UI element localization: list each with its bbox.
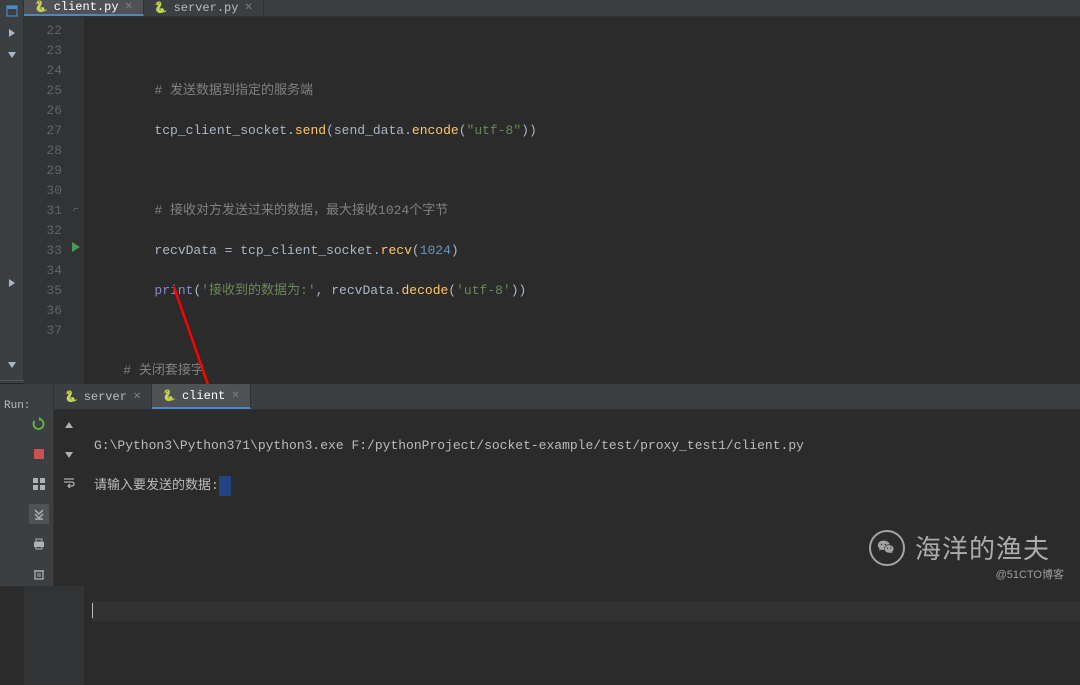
code-text: ) xyxy=(451,243,459,258)
line-number: 37 xyxy=(24,321,62,341)
text-caret xyxy=(92,603,93,618)
editor-area: 🐍 client.py ✕ 🐍 server.py ✕ 22 23 24 25 … xyxy=(0,0,1080,380)
gutter-icon-window[interactable] xyxy=(5,4,19,18)
soft-wrap-button[interactable] xyxy=(59,472,79,492)
editor-column: 🐍 client.py ✕ 🐍 server.py ✕ 22 23 24 25 … xyxy=(24,0,1080,380)
run-tab-bar: 🐍 server ✕ 🐍 client ✕ xyxy=(54,384,1080,410)
code-text: encode xyxy=(412,123,459,138)
run-line-marker[interactable] xyxy=(68,241,84,261)
code-text: ( xyxy=(448,283,456,298)
stop-button[interactable] xyxy=(29,444,49,464)
tab-label: client xyxy=(182,389,225,403)
run-tab-client[interactable]: 🐍 client ✕ xyxy=(152,384,250,409)
tab-label: client.py xyxy=(54,0,119,14)
down-trace-button[interactable] xyxy=(59,444,79,464)
code-text: (send_data. xyxy=(326,123,412,138)
expand-icon-2[interactable] xyxy=(5,48,19,62)
code-text: tcp_client_socket. xyxy=(154,123,294,138)
console-line: 请输入要发送的数据: xyxy=(94,478,219,493)
code-text: '接收到的数据为:' xyxy=(201,283,315,298)
line-number: 30 xyxy=(24,181,62,201)
editor-tab-bar: 🐍 client.py ✕ 🐍 server.py ✕ xyxy=(24,0,1080,17)
close-icon[interactable]: ✕ xyxy=(133,391,141,403)
run-sub-toolbar xyxy=(54,410,84,586)
run-tab-server[interactable]: 🐍 server ✕ xyxy=(54,384,152,409)
url-watermark: @51CTO博客 xyxy=(996,566,1064,582)
close-icon[interactable]: ✕ xyxy=(125,1,133,13)
line-number: 27 xyxy=(24,121,62,141)
code-text: print xyxy=(154,283,193,298)
line-number: 22 xyxy=(24,21,62,41)
input-cursor xyxy=(219,476,231,496)
code-text: ( xyxy=(459,123,467,138)
code-text: 1024 xyxy=(420,243,451,258)
console-output[interactable]: G:\Python3\Python371\python3.exe F:/pyth… xyxy=(84,410,1080,586)
delete-button[interactable] xyxy=(29,564,49,584)
line-number: 36 xyxy=(24,301,62,321)
scroll-to-end-button[interactable] xyxy=(29,504,49,524)
code-text: ( xyxy=(412,243,420,258)
line-number: 29 xyxy=(24,161,62,181)
code-text: send xyxy=(295,123,326,138)
rerun-button[interactable] xyxy=(29,414,49,434)
close-icon[interactable]: ✕ xyxy=(231,390,239,402)
line-number: 25 xyxy=(24,81,62,101)
line-number: 26 xyxy=(24,101,62,121)
run-main: 🐍 server ✕ 🐍 client ✕ G:\Python3\Python3… xyxy=(54,384,1080,586)
python-icon: 🐍 xyxy=(64,390,78,404)
line-number: 24 xyxy=(24,61,62,81)
run-toolbar xyxy=(24,384,54,586)
run-label-column: Run: xyxy=(0,384,24,586)
up-trace-button[interactable] xyxy=(59,416,79,436)
run-body: G:\Python3\Python371\python3.exe F:/pyth… xyxy=(54,410,1080,586)
code-text: # 关闭套接字 xyxy=(123,363,204,378)
line-number: 23 xyxy=(24,41,62,61)
line-number: 35 xyxy=(24,281,62,301)
code-text: )) xyxy=(511,283,527,298)
code-text: , recvData. xyxy=(316,283,402,298)
console-line: G:\Python3\Python371\python3.exe F:/pyth… xyxy=(94,436,1070,456)
tab-server-py[interactable]: 🐍 server.py ✕ xyxy=(144,0,264,16)
code-text: # 发送数据到指定的服务端 xyxy=(154,83,313,98)
line-number: 34 xyxy=(24,261,62,281)
python-icon: 🐍 xyxy=(154,1,168,15)
code-text: "utf-8" xyxy=(467,123,522,138)
python-icon: 🐍 xyxy=(34,0,48,14)
code-text: )) xyxy=(521,123,537,138)
expand-icon-1[interactable] xyxy=(5,26,19,40)
print-button[interactable] xyxy=(29,534,49,554)
run-panel: Run: 🐍 server ✕ 🐍 client ✕ xyxy=(0,384,1080,586)
expand-icon-4[interactable] xyxy=(5,358,19,372)
code-text: recvData = tcp_client_socket. xyxy=(154,243,380,258)
code-text: decode xyxy=(401,283,448,298)
project-gutter xyxy=(0,0,24,380)
line-number: 33 xyxy=(24,241,62,261)
tab-label: server xyxy=(84,390,127,404)
line-number: 32 xyxy=(24,221,62,241)
tab-label: server.py xyxy=(174,1,239,15)
tab-client-py[interactable]: 🐍 client.py ✕ xyxy=(24,0,144,16)
code-text: recv xyxy=(381,243,412,258)
code-text: 'utf-8' xyxy=(456,283,511,298)
python-icon: 🐍 xyxy=(162,389,176,403)
line-number: 31 xyxy=(24,201,62,221)
layout-button[interactable] xyxy=(29,474,49,494)
run-panel-label: Run: xyxy=(4,400,30,412)
close-icon[interactable]: ✕ xyxy=(244,2,252,14)
expand-icon-3[interactable] xyxy=(5,276,19,290)
line-number: 28 xyxy=(24,141,62,161)
code-text: # 接收对方发送过来的数据，最大接收1024个字节 xyxy=(154,203,448,218)
